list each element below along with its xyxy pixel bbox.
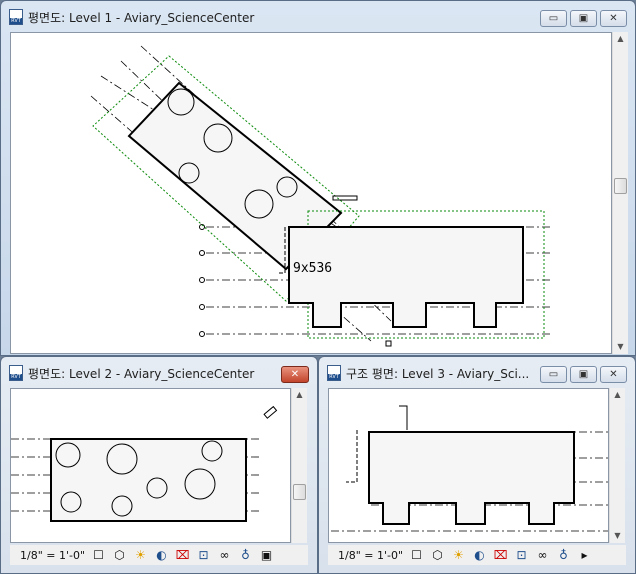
temporary-hide-icon[interactable]: ∞ xyxy=(217,548,232,562)
close-button[interactable]: ✕ xyxy=(600,366,627,383)
close-button[interactable]: ✕ xyxy=(281,366,309,383)
view-control-bar: 1/8" = 1'-0" ☐ ⬡ ☀ ◐ ⌧ ⊡ ∞ ♁ ▸ xyxy=(328,545,626,565)
detail-level-icon[interactable]: ☐ xyxy=(409,548,424,562)
rvt-file-icon xyxy=(9,9,23,25)
building-outline xyxy=(368,431,575,525)
drawing-canvas[interactable] xyxy=(328,388,609,543)
temporary-hide-icon[interactable]: ∞ xyxy=(535,548,550,562)
detail-level-icon[interactable]: ☐ xyxy=(91,548,106,562)
window-title: 평면도: Level 2 - Aviary_ScienceCenter xyxy=(9,364,254,382)
scroll-up-arrow[interactable]: ▲ xyxy=(613,32,628,46)
restore-button[interactable]: ▣ xyxy=(570,366,597,383)
window-title: 구조 평면: Level 3 - Aviary_Sci... xyxy=(327,364,529,382)
crop-view-icon[interactable]: ⌧ xyxy=(175,548,190,562)
reveal-hidden-icon[interactable]: ♁ xyxy=(556,548,571,562)
drawing-canvas[interactable]: 9x536 xyxy=(10,32,612,354)
tag-label[interactable]: 9x536 xyxy=(293,261,332,276)
restore-button[interactable]: ▣ xyxy=(570,10,597,27)
show-crop-region-icon[interactable]: ⊡ xyxy=(196,548,211,562)
vertical-scrollbar[interactable]: ▲ ▼ xyxy=(612,32,628,354)
floor-plan-drawing xyxy=(11,405,278,522)
window-title: 평면도: Level 1 - Aviary_ScienceCenter xyxy=(9,8,254,26)
scroll-right-arrow[interactable]: ▸ xyxy=(577,548,592,562)
view-window-level-1[interactable]: 평면도: Level 1 - Aviary_ScienceCenter ▭ ▣ … xyxy=(0,0,636,356)
close-button[interactable]: ✕ xyxy=(600,10,627,27)
floor-plan-drawing xyxy=(90,45,553,347)
rvt-file-icon xyxy=(9,365,23,381)
temporary-view-properties-icon[interactable]: ▣ xyxy=(259,548,274,562)
drawing-canvas[interactable] xyxy=(10,388,291,543)
shadows-off-icon[interactable]: ◐ xyxy=(472,548,487,562)
vertical-scrollbar[interactable]: ▲ ▼ xyxy=(609,388,625,543)
building-outline xyxy=(288,226,524,328)
rvt-file-icon xyxy=(327,365,341,381)
view-scale[interactable]: 1/8" = 1'-0" xyxy=(338,549,403,562)
minimize-button[interactable]: ▭ xyxy=(540,366,567,383)
reveal-hidden-icon[interactable]: ♁ xyxy=(238,548,253,562)
scroll-up-arrow[interactable]: ▲ xyxy=(292,388,307,402)
building-outline xyxy=(50,438,247,522)
minimize-button[interactable]: ▭ xyxy=(540,10,567,27)
scroll-thumb[interactable] xyxy=(293,484,306,500)
shadows-off-icon[interactable]: ◐ xyxy=(154,548,169,562)
view-window-level-2[interactable]: 평면도: Level 2 - Aviary_ScienceCenter ✕ ▲ … xyxy=(0,356,318,574)
visual-style-icon[interactable]: ⬡ xyxy=(112,548,127,562)
scroll-down-arrow[interactable]: ▼ xyxy=(610,529,625,543)
view-window-level-3[interactable]: 구조 평면: Level 3 - Aviary_Sci... ▭ ▣ ✕ ▲ ▼… xyxy=(318,356,636,574)
scroll-down-arrow[interactable]: ▼ xyxy=(613,340,628,354)
sun-path-off-icon[interactable]: ☀ xyxy=(133,548,148,562)
scroll-thumb[interactable] xyxy=(614,178,627,194)
show-crop-region-icon[interactable]: ⊡ xyxy=(514,548,529,562)
view-scale[interactable]: 1/8" = 1'-0" xyxy=(20,549,85,562)
sun-path-off-icon[interactable]: ☀ xyxy=(451,548,466,562)
visual-style-icon[interactable]: ⬡ xyxy=(430,548,445,562)
scroll-up-arrow[interactable]: ▲ xyxy=(610,388,625,402)
vertical-scrollbar[interactable]: ▲ xyxy=(291,388,307,543)
floor-plan-drawing xyxy=(331,405,608,532)
view-control-bar: 1/8" = 1'-0" ☐ ⬡ ☀ ◐ ⌧ ⊡ ∞ ♁ ▣ xyxy=(10,545,308,565)
crop-view-icon[interactable]: ⌧ xyxy=(493,548,508,562)
